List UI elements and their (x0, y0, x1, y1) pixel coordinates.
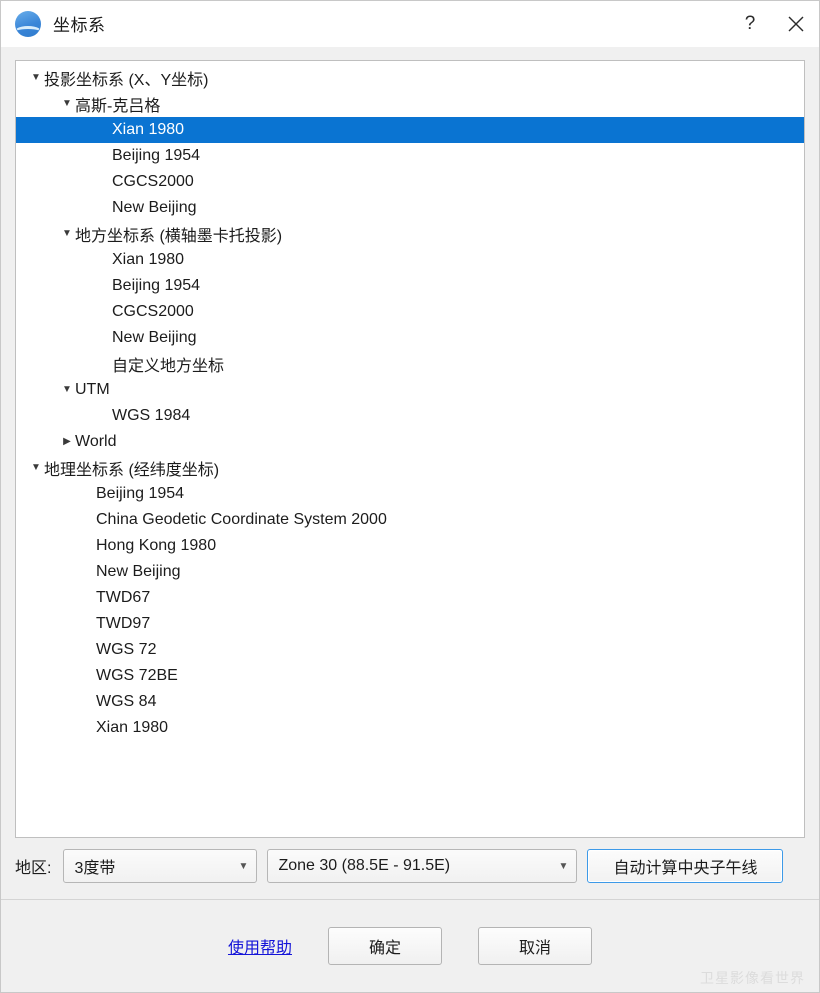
tree-item-label: Xian 1980 (112, 251, 185, 268)
tree-item[interactable]: Beijing 1954 (16, 273, 804, 299)
cancel-button[interactable]: 取消 (478, 927, 592, 965)
tree-item[interactable]: Xian 1980 (16, 117, 804, 143)
tree-item[interactable]: CGCS2000 (16, 299, 804, 325)
chevron-down-icon[interactable]: ▼ (28, 73, 44, 83)
tree-item[interactable]: ▶ World (16, 429, 804, 455)
degree-band-value: 3度带 (74, 860, 116, 877)
auto-calc-central-meridian-button[interactable]: 自动计算中央子午线 (587, 849, 784, 883)
tree-item-label: WGS 1984 (112, 407, 191, 424)
tree-item-label: New Beijing (112, 329, 197, 346)
chevron-down-icon[interactable]: ▼ (59, 229, 75, 239)
zone-select[interactable]: Zone 30 (88.5E - 91.5E) ▼ (267, 849, 578, 883)
tree-item[interactable]: ▼ 投影坐标系 (X、Y坐标) (16, 65, 804, 91)
tree-item[interactable]: TWD97 (16, 611, 804, 637)
dialog-content: ▼ 投影坐标系 (X、Y坐标) ▼ 高斯-克吕格 Xian 1980 Beijing 19… (1, 47, 819, 899)
tree-item-label: Xian 1980 (112, 121, 185, 138)
tree-item-label: 投影坐标系 (X、Y坐标) (44, 72, 209, 89)
tree-item[interactable]: WGS 72BE (16, 663, 804, 689)
degree-band-select[interactable]: 3度带 ▼ (63, 849, 258, 883)
tree-item[interactable]: WGS 84 (16, 689, 804, 715)
tree-item[interactable]: WGS 1984 (16, 403, 804, 429)
tree-item-label: Beijing 1954 (112, 147, 201, 164)
tree-item-label: New Beijing (112, 199, 197, 216)
chevron-down-icon: ▼ (558, 860, 569, 872)
chevron-down-icon[interactable]: ▼ (28, 463, 44, 473)
chevron-down-icon: ▼ (238, 860, 249, 872)
tree-item-label: New Beijing (96, 563, 181, 580)
zone-label: 地区: (15, 860, 52, 877)
tree-item-label: 自定义地方坐标 (112, 358, 225, 375)
tree-item-label: TWD97 (96, 615, 151, 632)
chevron-down-icon[interactable]: ▼ (59, 385, 75, 395)
chevron-down-icon[interactable]: ▼ (59, 99, 75, 109)
tree-item-label: Beijing 1954 (96, 485, 185, 502)
tree-item[interactable]: WGS 72 (16, 637, 804, 663)
chevron-right-icon[interactable]: ▶ (59, 437, 75, 447)
tree-item[interactable]: ▼ 高斯-克吕格 (16, 91, 804, 117)
coordinate-system-dialog: 坐标系 ? ▼ 投影坐标系 (X、Y坐标) ▼ 高斯-克吕格 Xian 1980 Beij… (0, 0, 820, 993)
tree-item[interactable]: ▼ 地方坐标系 (横轴墨卡托投影) (16, 221, 804, 247)
tree-item-label: CGCS2000 (112, 173, 194, 190)
tree-item-label: WGS 84 (96, 693, 157, 710)
tree-item-label: 地理坐标系 (经纬度坐标) (44, 462, 220, 479)
tree-item[interactable]: New Beijing (16, 195, 804, 221)
window-title: 坐标系 (53, 16, 106, 35)
tree-item-label: 地方坐标系 (横轴墨卡托投影) (75, 228, 283, 245)
watermark: 卫星影像看世界 (700, 970, 805, 986)
tree-item[interactable]: New Beijing (16, 559, 804, 585)
tree-item[interactable]: 自定义地方坐标 (16, 351, 804, 377)
tree-item[interactable]: ▼ UTM (16, 377, 804, 403)
tree-item[interactable]: Xian 1980 (16, 247, 804, 273)
tree-item[interactable]: Beijing 1954 (16, 143, 804, 169)
globe-icon (15, 10, 41, 37)
tree-item[interactable]: Hong Kong 1980 (16, 533, 804, 559)
tree-item[interactable]: Xian 1980 (16, 715, 804, 741)
zone-value: Zone 30 (88.5E - 91.5E) (278, 857, 451, 874)
tree-item-label: WGS 72 (96, 641, 157, 658)
tree-item-label: TWD67 (96, 589, 151, 606)
help-button[interactable]: ? (727, 1, 773, 46)
tree-item[interactable]: Beijing 1954 (16, 481, 804, 507)
tree-item[interactable]: CGCS2000 (16, 169, 804, 195)
dialog-footer: 使用帮助 确定 取消 卫星影像看世界 (1, 899, 819, 992)
tree-item-label: World (75, 433, 117, 450)
tree-item[interactable]: China Geodetic Coordinate System 2000 (16, 507, 804, 533)
ok-button[interactable]: 确定 (328, 927, 442, 965)
tree-item-label: WGS 72BE (96, 667, 178, 684)
coordinate-system-tree[interactable]: ▼ 投影坐标系 (X、Y坐标) ▼ 高斯-克吕格 Xian 1980 Beijing 19… (15, 60, 805, 838)
title-bar: 坐标系 ? (1, 1, 819, 47)
title-bar-buttons: ? (727, 1, 819, 46)
use-help-link[interactable]: 使用帮助 (228, 934, 292, 958)
tree-item[interactable]: New Beijing (16, 325, 804, 351)
tree-item-label: Beijing 1954 (112, 277, 201, 294)
tree-item[interactable]: TWD67 (16, 585, 804, 611)
zone-bar: 地区: 3度带 ▼ Zone 30 (88.5E - 91.5E) ▼ 自动计算… (15, 838, 805, 894)
tree-item-label: UTM (75, 381, 110, 398)
close-icon[interactable] (773, 1, 819, 46)
tree-item-label: China Geodetic Coordinate System 2000 (96, 511, 387, 528)
tree-item[interactable]: ▼ 地理坐标系 (经纬度坐标) (16, 455, 804, 481)
tree-item-label: Hong Kong 1980 (96, 537, 217, 554)
tree-item-label: 高斯-克吕格 (75, 98, 161, 115)
tree-item-label: CGCS2000 (112, 303, 194, 320)
tree-item-label: Xian 1980 (96, 719, 169, 736)
